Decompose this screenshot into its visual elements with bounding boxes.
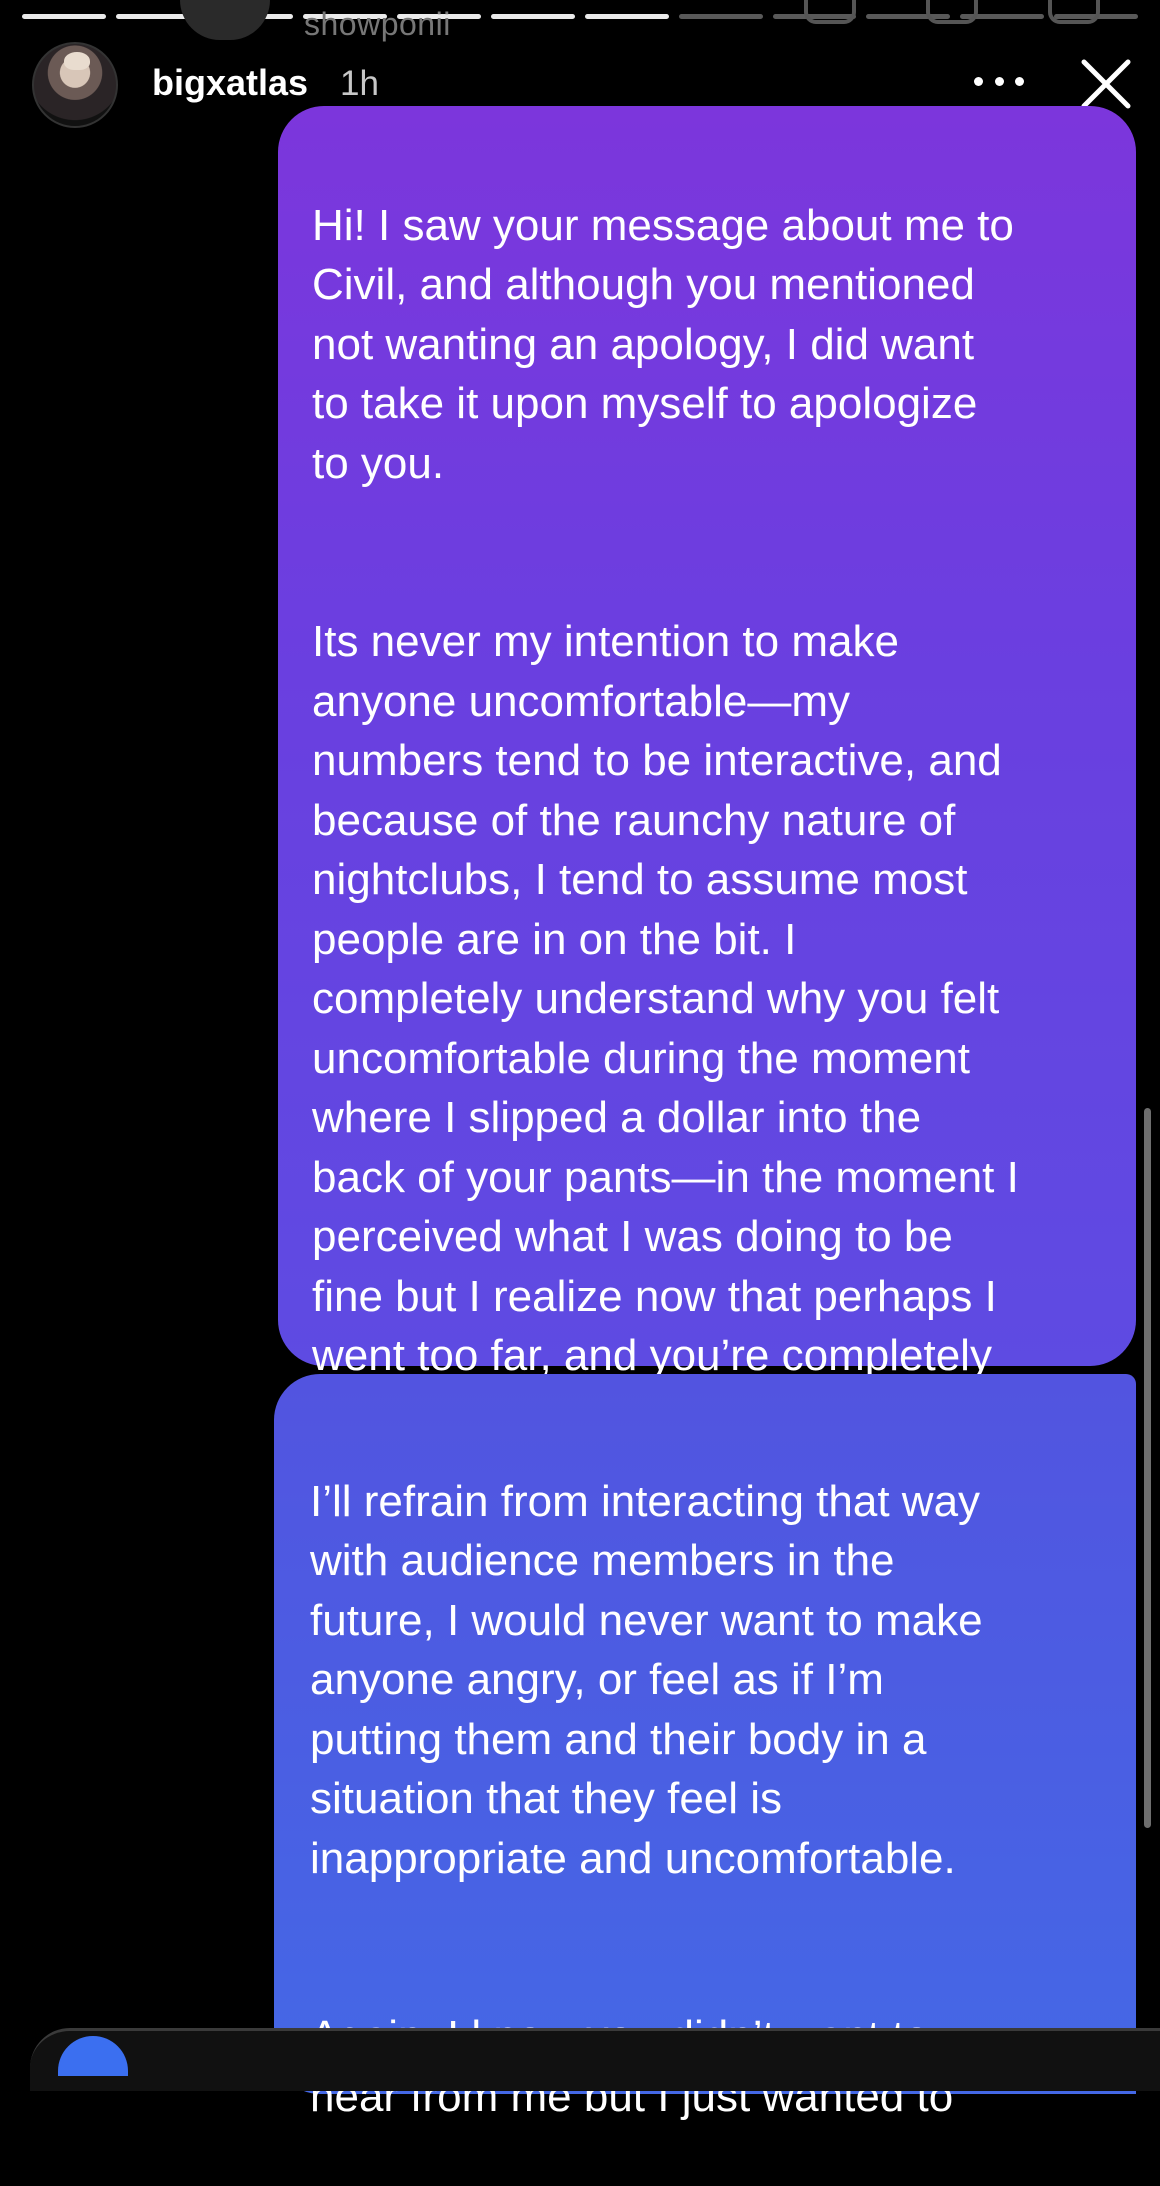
video-icon (926, 0, 978, 24)
reply-bar[interactable] (30, 2028, 1160, 2091)
progress-segment (584, 14, 669, 19)
progress-segment (22, 14, 106, 19)
background-username: showponii (304, 6, 451, 42)
avatar[interactable] (32, 42, 118, 128)
background-avatar (180, 0, 270, 40)
flag-icon (1048, 0, 1100, 24)
phone-icon (804, 0, 856, 24)
more-horizontal-icon[interactable] (974, 66, 1024, 96)
story-username[interactable]: bigxatlas (152, 62, 308, 104)
scrollbar[interactable] (1144, 1108, 1151, 1828)
message-paragraph: I’ll refrain from interacting that way w… (310, 1476, 983, 1883)
message-bubble: Hi! I saw your message about me to Civil… (278, 106, 1136, 1440)
progress-segment (678, 14, 763, 19)
close-icon[interactable] (1078, 56, 1134, 112)
message-paragraph: Hi! I saw your message about me to Civil… (312, 200, 1014, 488)
message-bubble: I’ll refrain from interacting that way w… (274, 1374, 1136, 2121)
progress-segment (491, 14, 575, 19)
message-paragraph: Its never my intention to make anyone un… (312, 617, 1019, 1440)
story-timestamp: 1h (340, 64, 379, 103)
background-header-icons (804, 0, 1100, 24)
